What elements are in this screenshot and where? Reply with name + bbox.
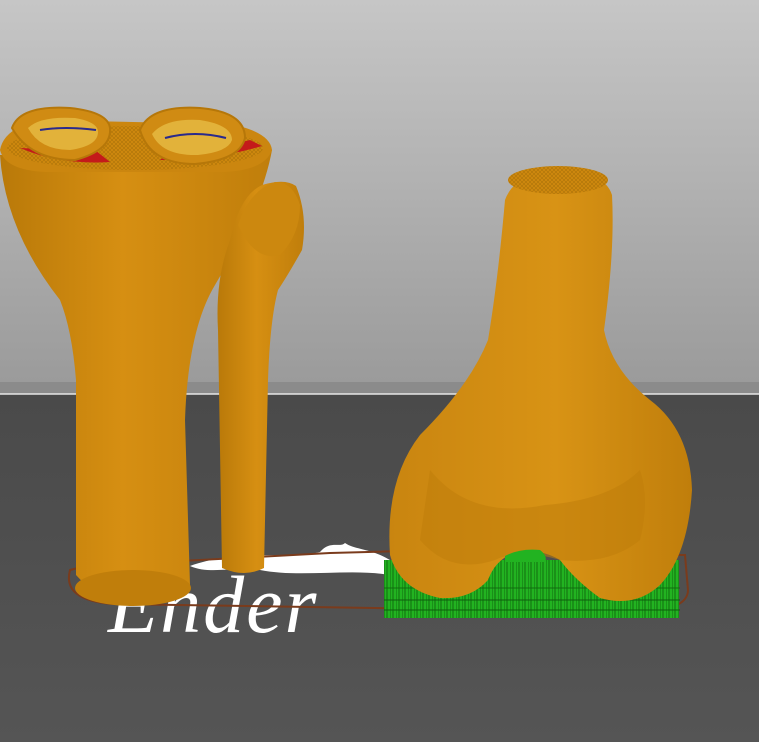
tibia-base — [75, 570, 191, 606]
3d-viewport[interactable]: Ender — [0, 0, 759, 742]
femur-top-surface — [508, 166, 608, 194]
slicer-scene[interactable]: Ender — [0, 0, 759, 742]
